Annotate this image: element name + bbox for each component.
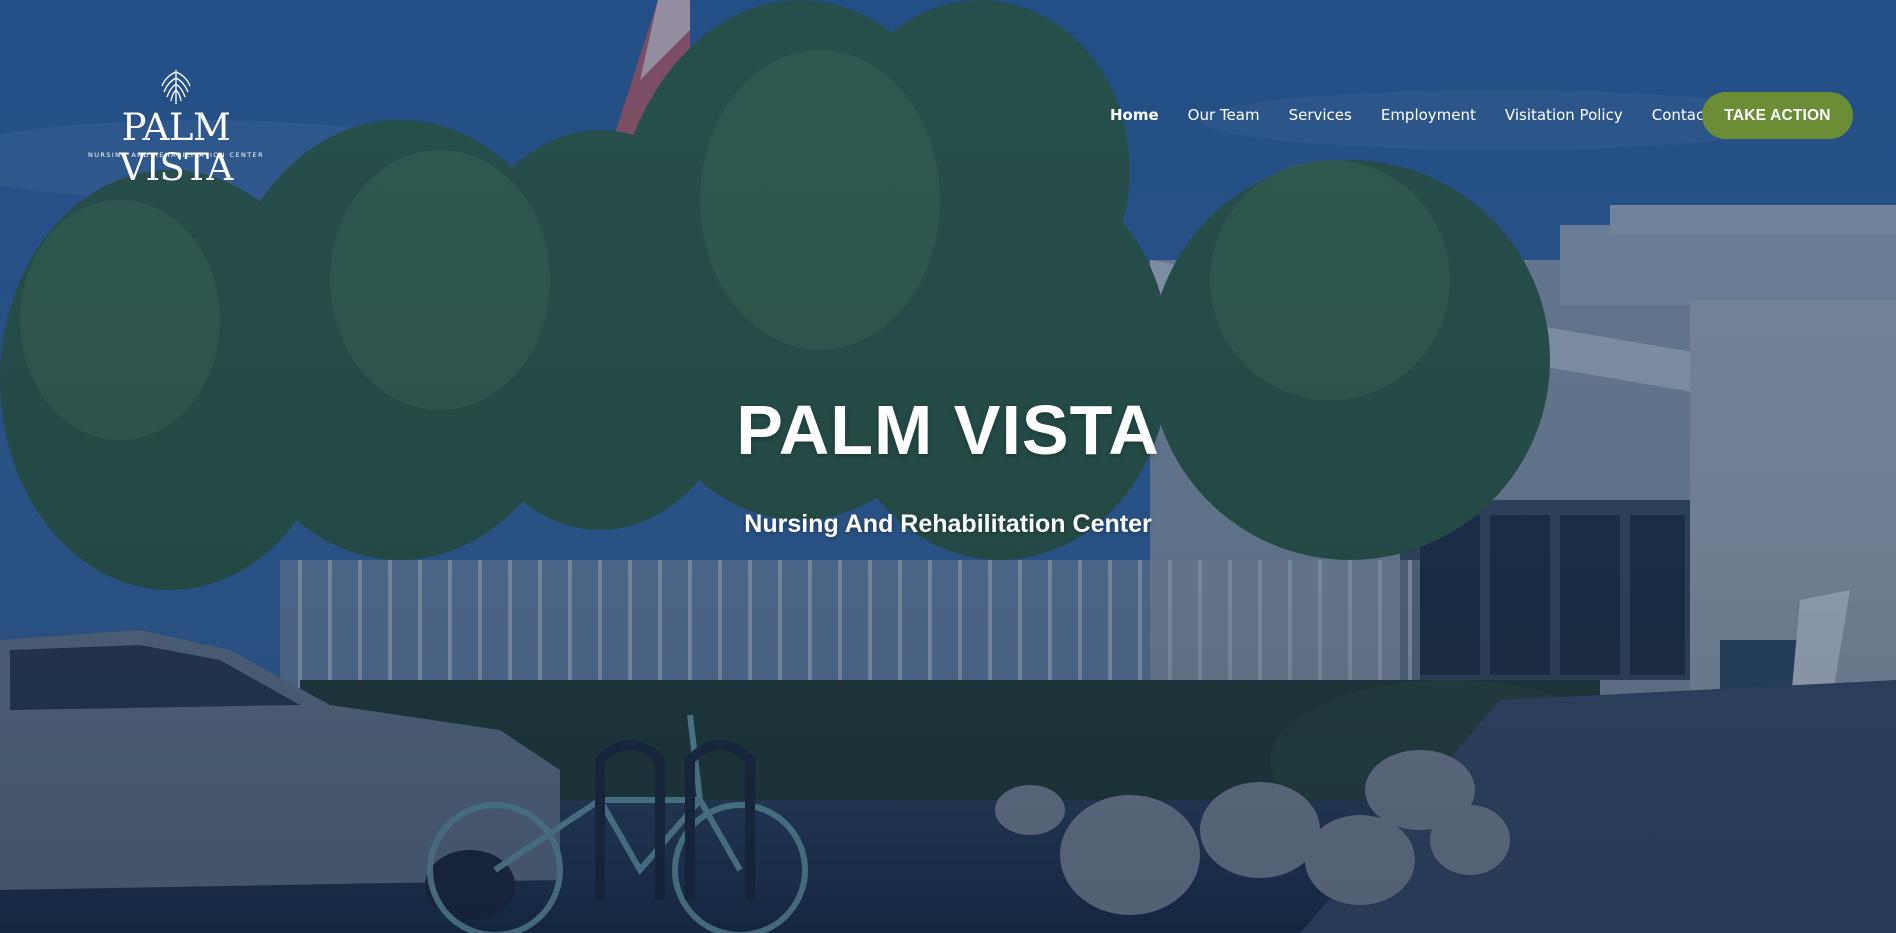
site-logo[interactable]: PALM VISTA NURSING AND REHABILITATION CE… <box>64 62 288 188</box>
hero-subtitle: Nursing And Rehabilitation Center <box>744 510 1152 538</box>
nav-item-our-team[interactable]: Our Team <box>1188 100 1260 130</box>
main-navigation: Home Our Team Services Employment Visita… <box>1110 100 1710 130</box>
nav-item-visitation-policy[interactable]: Visitation Policy <box>1505 100 1623 130</box>
nav-item-employment[interactable]: Employment <box>1381 100 1476 130</box>
take-action-button[interactable]: TAKE ACTION <box>1702 92 1853 139</box>
nav-item-home[interactable]: Home <box>1110 100 1159 130</box>
hero-title: PALM VISTA <box>736 391 1160 469</box>
nav-item-services[interactable]: Services <box>1289 100 1352 130</box>
logo-wordmark: PALM VISTA <box>119 106 233 189</box>
logo-tagline: NURSING AND REHABILITATION CENTER <box>87 151 265 159</box>
palm-leaf-icon <box>158 66 194 106</box>
site-header: PALM VISTA NURSING AND REHABILITATION CE… <box>0 0 1896 230</box>
